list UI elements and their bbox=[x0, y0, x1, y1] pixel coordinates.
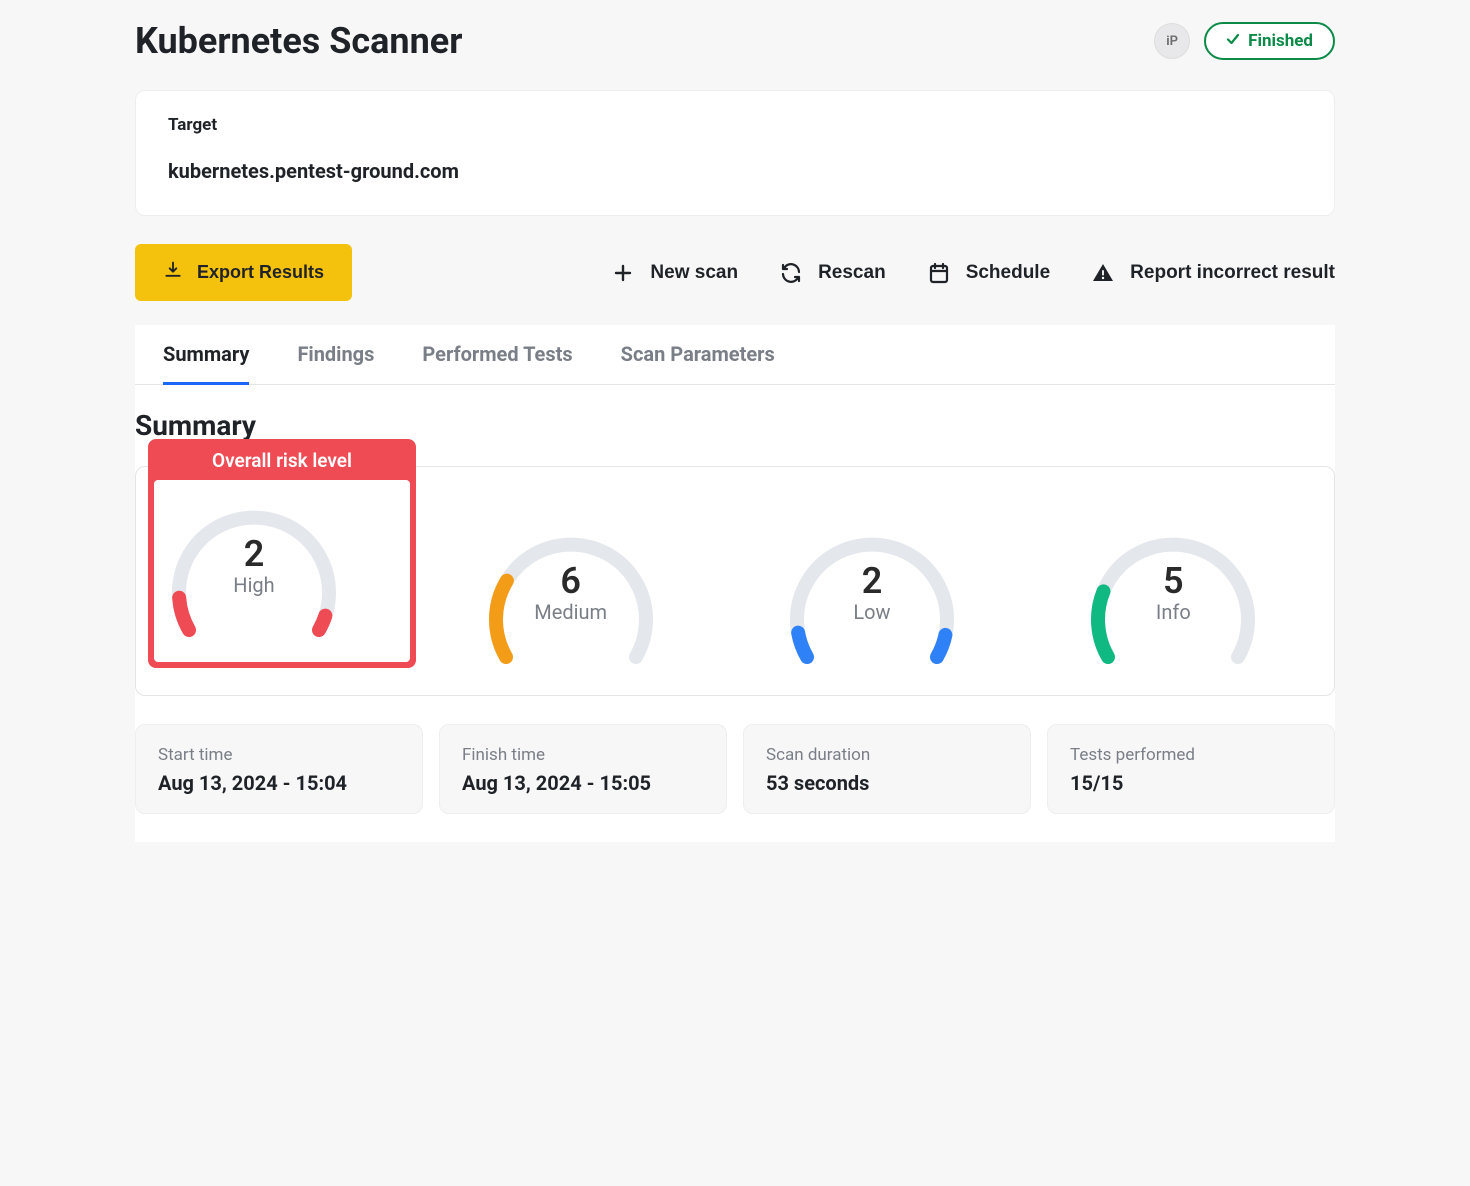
stat-duration-label: Scan duration bbox=[766, 745, 1008, 765]
overall-risk-title: Overall risk level bbox=[148, 439, 416, 480]
tab-scan-parameters[interactable]: Scan Parameters bbox=[621, 326, 775, 385]
target-label: Target bbox=[168, 115, 1302, 135]
schedule-button[interactable]: Schedule bbox=[926, 252, 1050, 294]
stat-finish-label: Finish time bbox=[462, 745, 704, 765]
stat-finish-time: Finish time Aug 13, 2024 - 15:05 bbox=[439, 724, 727, 814]
action-toolbar: Export Results New scan Rescan Schedule bbox=[135, 244, 1335, 301]
stats-row: Start time Aug 13, 2024 - 15:04 Finish t… bbox=[135, 724, 1335, 814]
rescan-button[interactable]: Rescan bbox=[778, 252, 886, 294]
stat-duration-value: 53 seconds bbox=[766, 771, 1008, 795]
refresh-icon bbox=[778, 260, 804, 286]
gauge-cell-info: 5 Info bbox=[1023, 507, 1324, 677]
header-right: iP Finished bbox=[1154, 22, 1335, 60]
tab-performed-tests[interactable]: Performed Tests bbox=[422, 326, 572, 385]
stat-start-label: Start time bbox=[158, 745, 400, 765]
new-scan-label: New scan bbox=[650, 262, 738, 284]
rescan-label: Rescan bbox=[818, 262, 886, 284]
export-results-button[interactable]: Export Results bbox=[135, 244, 352, 301]
report-incorrect-button[interactable]: Report incorrect result bbox=[1090, 252, 1335, 294]
check-icon bbox=[1226, 32, 1240, 50]
overall-risk-inner: 2 High bbox=[154, 480, 410, 662]
stat-tests-label: Tests performed bbox=[1070, 745, 1312, 765]
ip-badge-text: iP bbox=[1166, 34, 1178, 49]
gauge-cell-medium: 6 Medium bbox=[420, 507, 721, 677]
stat-tests-performed: Tests performed 15/15 bbox=[1047, 724, 1335, 814]
gauge-medium: 6 Medium bbox=[471, 507, 671, 677]
summary-title: Summary bbox=[135, 409, 1335, 442]
gauge-info: 5 Info bbox=[1073, 507, 1273, 677]
summary-section: Summary Overall risk level 2 High bbox=[135, 385, 1335, 842]
stat-tests-value: 15/15 bbox=[1070, 771, 1312, 795]
tab-summary[interactable]: Summary bbox=[163, 326, 249, 385]
status-label: Finished bbox=[1248, 31, 1313, 51]
download-icon bbox=[163, 260, 183, 285]
stat-start-value: Aug 13, 2024 - 15:04 bbox=[158, 771, 400, 795]
new-scan-button[interactable]: New scan bbox=[610, 252, 738, 294]
gauge-low: 2 Low bbox=[772, 507, 972, 677]
gauge-cell-low: 2 Low bbox=[721, 507, 1022, 677]
tab-findings[interactable]: Findings bbox=[297, 326, 374, 385]
page-header: Kubernetes Scanner iP Finished bbox=[135, 20, 1335, 62]
ip-badge[interactable]: iP bbox=[1154, 23, 1190, 59]
overall-risk-frame: Overall risk level 2 High bbox=[148, 439, 416, 668]
stat-scan-duration: Scan duration 53 seconds bbox=[743, 724, 1031, 814]
stat-start-time: Start time Aug 13, 2024 - 15:04 bbox=[135, 724, 423, 814]
stat-finish-value: Aug 13, 2024 - 15:05 bbox=[462, 771, 704, 795]
gauge-high: 2 High bbox=[154, 480, 354, 650]
warning-icon bbox=[1090, 260, 1116, 286]
risk-gauges-card: Overall risk level 2 High bbox=[135, 466, 1335, 696]
calendar-icon bbox=[926, 260, 952, 286]
plus-icon bbox=[610, 260, 636, 286]
status-pill: Finished bbox=[1204, 22, 1335, 60]
report-label: Report incorrect result bbox=[1130, 262, 1335, 284]
tabs-bar: Summary Findings Performed Tests Scan Pa… bbox=[135, 325, 1335, 385]
export-button-label: Export Results bbox=[197, 262, 324, 283]
schedule-label: Schedule bbox=[966, 262, 1050, 284]
target-card: Target kubernetes.pentest-ground.com bbox=[135, 90, 1335, 216]
target-value: kubernetes.pentest-ground.com bbox=[168, 159, 1302, 183]
page-title: Kubernetes Scanner bbox=[135, 20, 462, 62]
